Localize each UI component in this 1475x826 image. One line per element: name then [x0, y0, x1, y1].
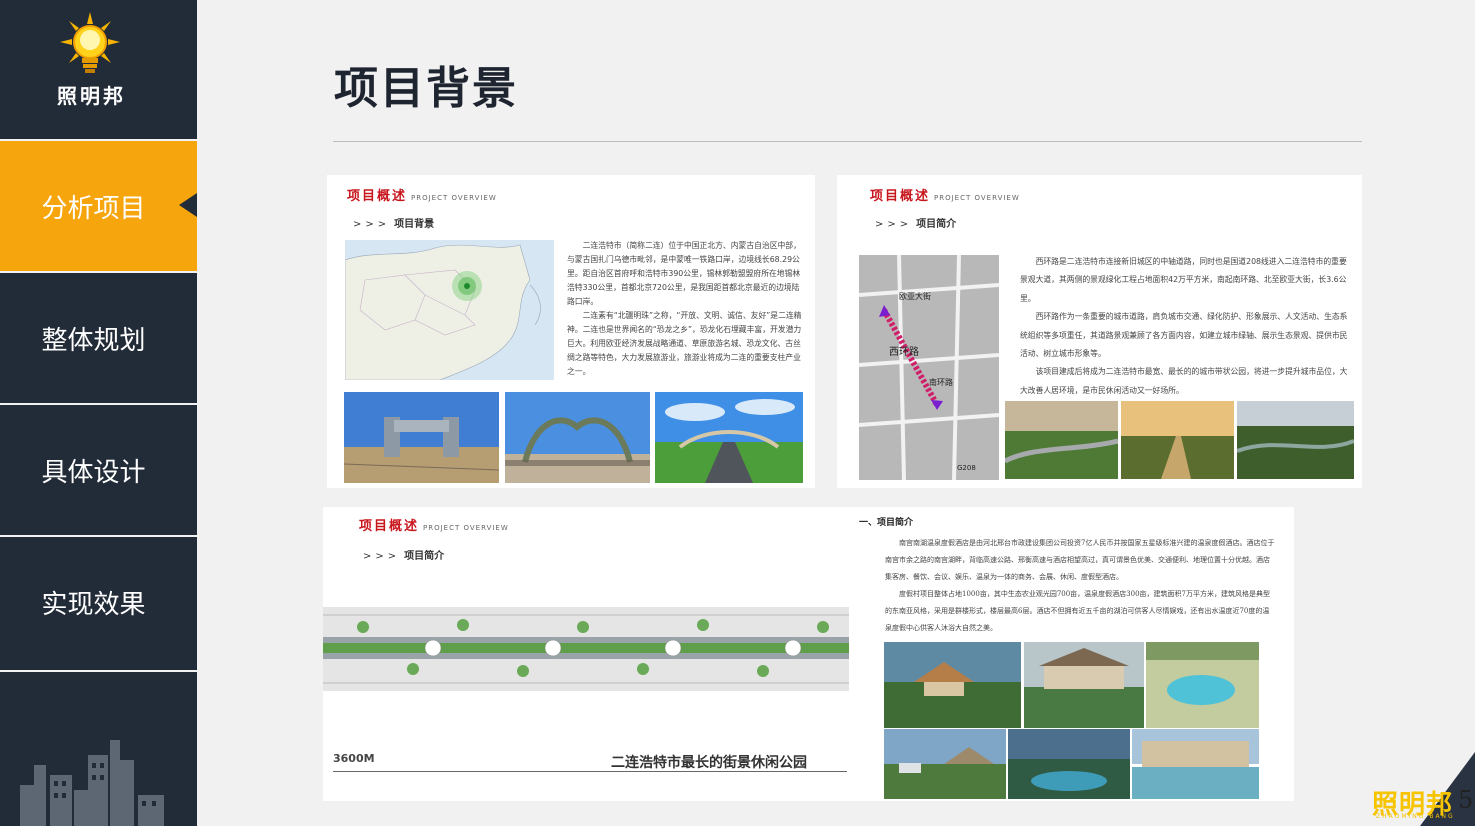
panel-body-text: 西环路是二连浩特市连接新旧城区的中轴道路，同时也是国道208线进入二连浩特市的重… — [1020, 253, 1353, 400]
overview-panel-background: 项目概述 PROJECT OVERVIEW >>> 项目背景 二连浩特市（简称二连）… — [327, 175, 815, 488]
location-map-image — [345, 240, 554, 380]
panel-heading: 一、项目简介 — [859, 518, 914, 528]
hotel-render-photo — [1024, 642, 1144, 728]
hotel-render-photo — [884, 729, 1006, 799]
hotel-render-photo — [1146, 642, 1259, 728]
nav-item-label: 实现效果 — [41, 589, 146, 620]
panel-heading-en: PROJECT OVERVIEW — [423, 524, 509, 532]
active-indicator — [179, 193, 197, 217]
map-label-mid: 南环路 — [929, 377, 953, 387]
brand-logo: 照明邦 — [0, 0, 197, 141]
panel-heading-en: PROJECT OVERVIEW — [934, 194, 1020, 202]
park-render-photo — [1005, 401, 1118, 479]
title-divider — [333, 141, 1362, 142]
park-caption: 二连浩特市最长的街景休闲公园 — [611, 755, 807, 771]
streetscape-panel-background: 项目概述 PROJECT OVERVIEW >>> 项目简介 3600M 二连浩特市… — [323, 507, 849, 801]
hotel-panel-background: 一、项目简介 南宫南湖温泉度假酒店是由河北邢台市政建设集团公司投资7亿人民币并按… — [849, 507, 1294, 801]
page-title: 项目背景 — [334, 63, 518, 114]
dinosaur-arch-photo — [505, 392, 650, 483]
panel-heading: 项目概述 PROJECT OVERVIEW — [347, 185, 497, 204]
brand-name: 照明邦 — [57, 84, 126, 108]
park-render-photo — [1121, 401, 1234, 479]
panel-heading-en: PROJECT OVERVIEW — [411, 194, 497, 202]
arrow-glyphs: >>> — [875, 219, 913, 230]
paragraph: 西环路作为一条重要的城市道路，肩负城市交通、绿化防护、形象展示、人文活动、生态系… — [1020, 312, 1348, 359]
nav-item-label: 整体规划 — [41, 325, 146, 356]
paragraph: 西环路是二连浩特市连接新旧城区的中轴道路，同时也是国道208线进入二连浩特市的重… — [1020, 257, 1347, 303]
panel-heading-zh: 项目概述 — [347, 189, 408, 204]
road-location-map: 欧亚大街 西环路 南环路 G208 — [859, 255, 999, 480]
hotel-render-photo — [1008, 729, 1130, 799]
corner-brand-sub: ZHAOMING BANG — [1376, 813, 1455, 820]
city-gate-photo — [655, 392, 803, 483]
nav-item-analysis[interactable]: 分析项目 — [0, 141, 197, 271]
lightbulb-icon — [60, 12, 120, 73]
intro-panel-background: 项目概述 PROJECT OVERVIEW >>> 项目简介 欧亚大街 西环路 南环… — [837, 175, 1362, 488]
panel-subheading: >>> 项目背景 — [353, 215, 434, 230]
nav-divider — [0, 670, 197, 672]
map-label-top: 欧亚大街 — [899, 291, 931, 301]
panel-body-text: 南宫南湖温泉度假酒店是由河北邢台市政建设集团公司投资7亿人民币并按国家五星级标准… — [885, 535, 1275, 637]
panel-subheading-text: 项目背景 — [394, 219, 435, 230]
page-number: 5 — [1458, 786, 1474, 814]
panel-subheading-text: 项目简介 — [916, 219, 957, 230]
map-label-road: 西环路 — [889, 345, 919, 358]
panel-subheading-text: 项目简介 — [404, 551, 445, 562]
sidebar: 照明邦 分析项目 整体规划 具体设计 实现效果 — [0, 0, 197, 826]
nav-item-detail-design[interactable]: 具体设计 — [0, 405, 197, 535]
panel-heading: 项目概述 PROJECT OVERVIEW — [870, 185, 1020, 204]
park-render-photo — [1237, 401, 1354, 479]
hotel-render-photo — [884, 642, 1021, 728]
panel-heading: 项目概述 PROJECT OVERVIEW — [359, 515, 509, 534]
hotel-render-photo — [1132, 729, 1259, 799]
arrow-glyphs: >>> — [363, 551, 401, 562]
map-label-bottom: G208 — [957, 464, 976, 472]
panel-subheading: >>> 项目简介 — [875, 215, 956, 230]
nav-item-overall-plan[interactable]: 整体规划 — [0, 273, 197, 403]
panel-heading-zh: 项目概述 — [359, 519, 420, 534]
paragraph: 二连素有“北疆明珠”之称，“开放、文明、诚信、友好”是二连精神。二连也是世界闻名… — [567, 311, 802, 376]
city-skyline-icon — [20, 740, 164, 826]
paragraph: 该项目建成后将成为二连浩特市最宽、最长的的城市带状公园，将进一步提升城市品位，大… — [1020, 367, 1348, 395]
nav-item-result[interactable]: 实现效果 — [0, 537, 197, 667]
paragraph: 南宫南湖温泉度假酒店是由河北邢台市政建设集团公司投资7亿人民币并按国家五星级标准… — [885, 539, 1275, 581]
panel-subheading: >>> 项目简介 — [363, 547, 444, 562]
border-gate-photo — [344, 392, 499, 483]
paragraph: 二连浩特市（简称二连）位于中国正北方、内蒙古自治区中部，与蒙古国扎门乌德市毗邻，… — [567, 241, 801, 306]
nav-item-label: 具体设计 — [41, 457, 146, 488]
nav-item-label: 分析项目 — [41, 193, 146, 224]
paragraph: 度假村项目整体占地1000亩，其中生态农业观光园700亩，温泉度假酒店300亩，… — [885, 590, 1270, 632]
caption-rule — [333, 771, 847, 772]
panel-heading-zh: 项目概述 — [870, 189, 931, 204]
length-label: 3600M — [333, 752, 375, 765]
linear-park-plan — [323, 607, 849, 691]
arrow-glyphs: >>> — [353, 219, 391, 230]
panel-body-text: 二连浩特市（简称二连）位于中国正北方、内蒙古自治区中部，与蒙古国扎门乌德市毗邻，… — [567, 239, 805, 379]
